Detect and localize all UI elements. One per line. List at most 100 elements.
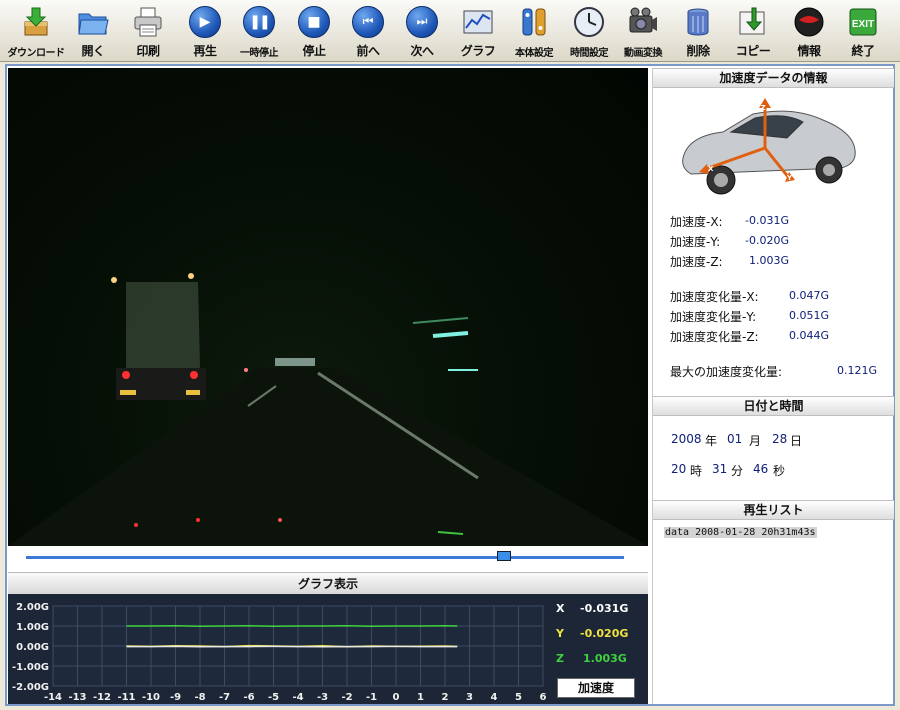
video-convert-button[interactable]: 動画変換 bbox=[616, 0, 670, 62]
x-tick-label: -3 bbox=[317, 692, 328, 703]
x-tick-label: 3 bbox=[466, 692, 473, 703]
date-year-unit: 年 bbox=[705, 434, 718, 448]
time-minute: 31 bbox=[712, 462, 728, 476]
delta-x-value: 0.047G bbox=[789, 289, 830, 302]
delta-y-row: 加速度変化量-Y: 0.051G bbox=[670, 308, 829, 325]
next-icon: ⏭ bbox=[406, 6, 438, 38]
stop-icon: ■ bbox=[298, 6, 330, 38]
video-convert-label: 動画変換 bbox=[624, 48, 663, 59]
device-settings-button[interactable]: 本体設定 bbox=[507, 0, 561, 62]
accel-y-row: 加速度-Y: -0.020G bbox=[670, 233, 789, 250]
accel-info-title: 加速度データの情報 bbox=[653, 68, 894, 88]
time-second: 46 bbox=[753, 462, 769, 476]
video-player[interactable] bbox=[8, 68, 648, 546]
play-label: 再生 bbox=[193, 44, 217, 58]
next-label: 次へ bbox=[410, 44, 434, 58]
previous-label: 前へ bbox=[356, 44, 380, 58]
seek-bar[interactable] bbox=[8, 546, 648, 570]
accel-z-value: 1.003G bbox=[749, 254, 790, 267]
readout-z-value: 1.003G bbox=[583, 652, 627, 665]
accel-z-row: 加速度-Z: 1.003G bbox=[670, 253, 789, 270]
video-convert-icon bbox=[629, 7, 657, 33]
x-tick-label: -8 bbox=[194, 692, 205, 703]
x-tick-label: 1 bbox=[417, 692, 424, 703]
pause-icon: ❚❚ bbox=[243, 6, 275, 38]
acceleration-chart: -14 -13 -12 -11 -10 -9 -8 -7 -6 -5 -4 -3 -2 -1 0 1 2 3 4 5 6… bbox=[12, 602, 547, 703]
x-tick-label: -14 bbox=[44, 692, 62, 703]
delta-y-value: 0.051G bbox=[789, 309, 830, 322]
x-tick-label: -1 bbox=[366, 692, 377, 703]
info-button[interactable]: 情報 bbox=[782, 0, 836, 62]
acceleration-button[interactable]: 加速度 bbox=[557, 678, 635, 698]
x-tick-label: -10 bbox=[142, 692, 160, 703]
readout-x-label: X bbox=[556, 602, 565, 615]
copy-label: コピー bbox=[735, 44, 771, 58]
stop-button[interactable]: ■ 停止 bbox=[287, 0, 341, 62]
acceleration-graph: -14 -13 -12 -11 -10 -9 -8 -7 -6 -5 -4 -3 -2 -1 0 1 2 3 4 5 6… bbox=[8, 594, 648, 704]
time-hour-unit: 時 bbox=[690, 464, 703, 478]
printer-icon bbox=[134, 7, 162, 37]
max-delta-label: 最大の加速度変化量: bbox=[670, 365, 783, 379]
open-label: 開く bbox=[81, 44, 105, 58]
previous-icon: ⏮ bbox=[352, 6, 384, 38]
previous-button[interactable]: ⏮ 前へ bbox=[341, 0, 395, 62]
accel-z-label: 加速度-Z: bbox=[670, 255, 723, 269]
date-day-unit: 日 bbox=[790, 434, 803, 448]
open-button[interactable]: 開く bbox=[66, 0, 120, 62]
download-button[interactable]: ダウンロード bbox=[8, 0, 65, 62]
x-tick-label: 4 bbox=[491, 692, 498, 703]
print-button[interactable]: 印刷 bbox=[121, 0, 175, 62]
device-settings-icon bbox=[522, 8, 546, 36]
svg-text:X: X bbox=[708, 165, 714, 173]
delete-button[interactable]: 削除 bbox=[671, 0, 725, 62]
readout-y-value: -0.020G bbox=[580, 627, 629, 640]
time-settings-button[interactable]: 時間設定 bbox=[562, 0, 616, 62]
play-icon: ▶ bbox=[189, 6, 221, 38]
playlist-title: 再生リスト bbox=[653, 500, 894, 520]
graph-panel-title: グラフ表示 bbox=[8, 572, 648, 594]
accel-x-label: 加速度-X: bbox=[670, 215, 723, 229]
seek-track[interactable] bbox=[26, 556, 624, 559]
next-button[interactable]: ⏭ 次へ bbox=[395, 0, 449, 62]
x-tick-label: 5 bbox=[515, 692, 522, 703]
delta-z-label: 加速度変化量-Z: bbox=[670, 330, 759, 344]
print-label: 印刷 bbox=[136, 44, 160, 58]
info-panel: 加速度データの情報 Z X Y 加速度-X: -0.031G 加速度-Y: -0.0… bbox=[652, 68, 894, 704]
x-tick-label: -12 bbox=[93, 692, 111, 703]
folder-open-icon bbox=[78, 13, 109, 35]
datetime-title: 日付と時間 bbox=[653, 396, 894, 416]
readout-z-label: Z bbox=[556, 652, 564, 665]
stop-label: 停止 bbox=[302, 44, 326, 58]
x-tick-label: -11 bbox=[117, 692, 135, 703]
y-tick-label: 1.00G bbox=[16, 622, 49, 633]
svg-text:Y: Y bbox=[786, 174, 793, 182]
car-axes-image: Z X Y bbox=[682, 98, 856, 195]
toolbar: ダウンロード 開く 印刷 ▶ 再生 ❚❚ 一時停止 ■ 停止 ⏮ 前へ ⏭ 次へ bbox=[0, 0, 900, 62]
accel-x-row: 加速度-X: -0.031G bbox=[670, 213, 789, 230]
delta-x-row: 加速度変化量-X: 0.047G bbox=[670, 288, 829, 305]
accel-x-value: -0.031G bbox=[745, 214, 789, 227]
device-settings-label: 本体設定 bbox=[515, 48, 554, 59]
download-label: ダウンロード bbox=[7, 48, 66, 59]
download-icon bbox=[24, 7, 48, 36]
y-tick-label: -1.00G bbox=[12, 662, 49, 673]
y-tick-label: 0.00G bbox=[16, 642, 49, 653]
playlist-item[interactable]: data 2008-01-28 20h31m43s bbox=[664, 527, 817, 538]
clock-icon bbox=[574, 7, 604, 37]
graph-button[interactable]: グラフ bbox=[451, 0, 505, 62]
exit-button[interactable]: EXIT 終了 bbox=[836, 0, 890, 62]
pause-button[interactable]: ❚❚ 一時停止 bbox=[232, 0, 286, 62]
play-button[interactable]: ▶ 再生 bbox=[178, 0, 232, 62]
x-tick-label: 2 bbox=[442, 692, 449, 703]
svg-text:EXIT: EXIT bbox=[852, 19, 874, 30]
copy-icon bbox=[739, 7, 765, 35]
y-tick-label: -2.00G bbox=[12, 682, 49, 693]
copy-button[interactable]: コピー bbox=[726, 0, 780, 62]
delta-x-label: 加速度変化量-X: bbox=[670, 290, 759, 304]
seek-handle[interactable] bbox=[497, 551, 512, 561]
time-hour: 20 bbox=[671, 462, 687, 476]
svg-text:Z: Z bbox=[760, 104, 765, 112]
accel-y-value: -0.020G bbox=[745, 234, 789, 247]
info-icon bbox=[794, 7, 824, 37]
info-label: 情報 bbox=[797, 44, 821, 58]
